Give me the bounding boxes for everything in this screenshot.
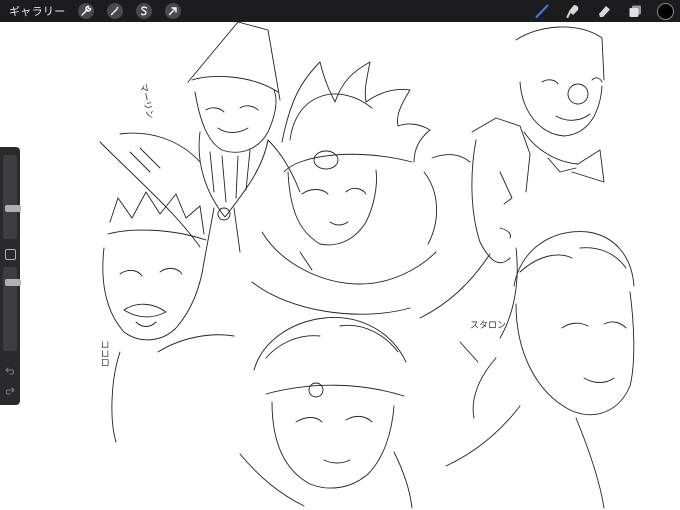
profile-helmet-sketch bbox=[419, 117, 531, 339]
layers-button[interactable] bbox=[627, 3, 643, 19]
brush-tool-button[interactable] bbox=[534, 3, 550, 19]
transform-button[interactable] bbox=[164, 3, 181, 19]
actions-button[interactable] bbox=[77, 3, 94, 19]
smudge-icon bbox=[566, 5, 579, 18]
eraser-tool-button[interactable] bbox=[596, 3, 612, 19]
drawing-canvas[interactable] bbox=[0, 22, 680, 510]
gallery-button[interactable]: ギャラリー bbox=[9, 3, 66, 19]
color-picker-button[interactable] bbox=[657, 2, 674, 20]
top-toolbar: ギャラリー bbox=[0, 0, 680, 22]
transform-arrow-icon bbox=[168, 7, 177, 16]
selection-button[interactable] bbox=[135, 3, 152, 19]
magic-wand-icon bbox=[110, 6, 119, 16]
layers-icon bbox=[629, 5, 641, 17]
mustache-king-sketch bbox=[102, 191, 235, 443]
eraser-icon bbox=[599, 6, 610, 17]
smudge-tool-button[interactable] bbox=[565, 3, 581, 19]
selection-s-icon bbox=[140, 6, 147, 16]
adjustments-button[interactable] bbox=[106, 3, 123, 19]
annotation-sutaron: スタロン bbox=[470, 321, 507, 331]
wrench-icon bbox=[80, 5, 91, 16]
brush-icon bbox=[535, 4, 549, 18]
annotation-kokoro: ココロ bbox=[99, 340, 109, 368]
tool-group bbox=[519, 0, 674, 22]
young-man-sketch bbox=[445, 231, 635, 509]
headband-boy-sketch bbox=[239, 316, 413, 509]
wizard-sketch bbox=[99, 22, 301, 263]
